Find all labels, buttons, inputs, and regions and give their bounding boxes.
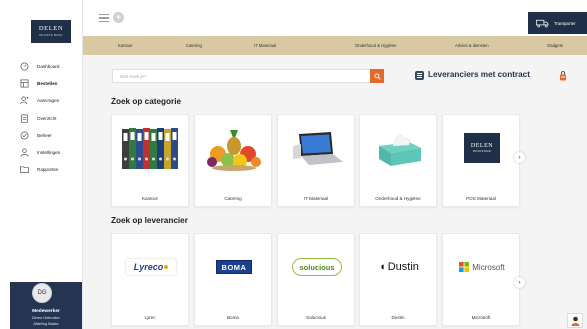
- sidebar-item-label: Bestellen: [37, 81, 58, 87]
- manage-icon: [20, 131, 29, 140]
- section-title-categories: Zoek op categorie: [111, 97, 182, 106]
- supplier-card-solucious[interactable]: solucious Solucious: [277, 233, 355, 326]
- add-button[interactable]: +: [113, 12, 124, 23]
- delen-logo-image: DELEN PRIVATE BANK: [443, 115, 521, 181]
- order-icon: [20, 79, 29, 88]
- dashboard-icon: [20, 62, 29, 71]
- sidebar-item-label: Aanvragen: [37, 98, 60, 104]
- sidebar-item-dashboard[interactable]: Dashboard: [0, 58, 83, 75]
- card-label: Microsoft: [471, 315, 491, 320]
- logo-text: Lyreco: [133, 262, 164, 272]
- suppliers-next-arrow[interactable]: ›: [514, 277, 525, 288]
- search-button[interactable]: [370, 69, 384, 83]
- sidebar-item-label: Rapporten: [37, 167, 59, 173]
- card-label: Solucious: [306, 315, 326, 320]
- solucious-logo: solucious: [278, 234, 356, 300]
- search-input[interactable]: Wat zoek je?: [112, 69, 384, 83]
- settings-icon: [20, 148, 29, 157]
- sidebar-item-instellingen[interactable]: Instellingen: [0, 144, 83, 161]
- user-name: Demo Gebruiker: [32, 316, 60, 320]
- card-label: Catering: [224, 196, 242, 201]
- help-button[interactable]: [567, 313, 583, 328]
- category-card-onderhoud[interactable]: Onderhoud & Hygiëne: [359, 114, 437, 207]
- logo-text: Microsoft: [472, 262, 505, 272]
- card-label: Dustin: [391, 315, 405, 320]
- microsoft-logo: Microsoft: [443, 234, 521, 300]
- logo-wordmark: DELEN: [470, 143, 494, 149]
- card-label: Kantoor: [141, 196, 159, 201]
- sidebar-item-label: Overzicht: [37, 115, 57, 121]
- sidebar-item-overzicht[interactable]: Overzicht: [0, 110, 83, 127]
- sidebar-item-aanvragen[interactable]: Aanvragen: [0, 92, 83, 109]
- card-label: Boma: [226, 315, 239, 320]
- overview-icon: [20, 114, 29, 123]
- microsoft-squares-icon: [459, 262, 470, 272]
- sidebar-item-rapporten[interactable]: Rapporten: [0, 161, 83, 178]
- user-department: Afdeling Bakke: [33, 322, 59, 326]
- truck-icon: [536, 19, 549, 27]
- sidebar-item-label: Dashboard: [37, 64, 60, 70]
- requests-icon: [20, 96, 29, 105]
- laptop-image: [278, 115, 356, 181]
- card-label: Lyrec: [144, 315, 156, 320]
- card-label: IT Materiaal: [303, 196, 329, 201]
- fruit-image: [195, 115, 273, 181]
- dustin-mark-icon: ◖: [379, 261, 386, 273]
- category-link-advies[interactable]: Advies & diensten: [455, 43, 489, 48]
- supplier-card-dustin[interactable]: ◖ Dustin Dustin: [359, 233, 437, 326]
- sidebar-item-beheer[interactable]: Beheer: [0, 127, 83, 144]
- category-link-gadgets[interactable]: Gadgets: [547, 43, 563, 48]
- binders-image: [112, 115, 190, 181]
- category-card-pos-materiaal[interactable]: DELEN PRIVATE BANK POS Materiaal: [442, 114, 520, 207]
- sidebar-item-bestellen[interactable]: Bestellen: [0, 75, 83, 92]
- tissues-image: [360, 115, 438, 181]
- boma-logo: BOMA: [195, 234, 273, 300]
- sidebar: DELEN PRIVATE BANK Dashboard Bestellen A…: [0, 0, 83, 329]
- logo-text: solucious: [299, 262, 335, 272]
- user-role: Medewerker: [32, 309, 60, 314]
- brand-logo[interactable]: DELEN PRIVATE BANK: [31, 20, 71, 43]
- menu-icon[interactable]: [99, 14, 109, 22]
- category-link-kantoor[interactable]: Kantoor: [118, 43, 133, 48]
- logo-wordmark: DELEN: [38, 25, 64, 32]
- avatar[interactable]: DG: [32, 283, 52, 303]
- supplier-card-lyreco[interactable]: Lyreco Lyrec: [111, 233, 189, 326]
- sidebar-nav: Dashboard Bestellen Aanvragen Overzicht …: [0, 58, 83, 178]
- lyreco-logo: Lyreco: [112, 234, 190, 300]
- category-link-it[interactable]: IT Materiaal: [254, 43, 276, 48]
- supplier-card-boma[interactable]: BOMA Boma: [194, 233, 272, 326]
- contract-suppliers-link[interactable]: Leveranciers met contract: [428, 70, 530, 79]
- category-card-it-materiaal[interactable]: IT Materiaal: [277, 114, 355, 207]
- categories-next-arrow[interactable]: ›: [514, 152, 525, 163]
- search-icon: [373, 72, 381, 80]
- category-card-kantoor[interactable]: Kantoor: [111, 114, 189, 207]
- supplier-card-microsoft[interactable]: Microsoft Microsoft: [442, 233, 520, 326]
- top-bar: + Transporter: [83, 0, 587, 36]
- card-label: POS Materiaal: [466, 196, 496, 201]
- basket-icon[interactable]: [559, 71, 567, 81]
- category-card-catering[interactable]: Catering: [194, 114, 272, 207]
- transporter-button[interactable]: Transporter: [528, 12, 587, 34]
- logo-tagline: PRIVATE BANK: [472, 150, 492, 153]
- category-link-catering[interactable]: Catering: [186, 43, 202, 48]
- sidebar-item-label: Instellingen: [37, 150, 61, 156]
- logo-text: BOMA: [221, 262, 247, 272]
- logo-tagline: PRIVATE BANK: [39, 33, 63, 37]
- sidebar-item-label: Beheer: [37, 132, 52, 138]
- category-bar: Kantoor Catering IT Materiaal Onderhoud …: [83, 36, 587, 55]
- logo-text: Dustin: [387, 261, 419, 273]
- person-help-icon: [571, 316, 579, 326]
- logo-dot-icon: [164, 265, 169, 269]
- section-title-suppliers: Zoek op leverancier: [111, 216, 188, 225]
- card-label: Onderhoud & Hygiëne: [375, 196, 421, 201]
- category-link-onderhoud[interactable]: Onderhoud & Hygiëne: [355, 43, 396, 48]
- transporter-label: Transporter: [554, 20, 576, 26]
- contract-list-icon[interactable]: [415, 71, 424, 80]
- folder-icon: [20, 165, 29, 174]
- dustin-logo: ◖ Dustin: [360, 234, 438, 300]
